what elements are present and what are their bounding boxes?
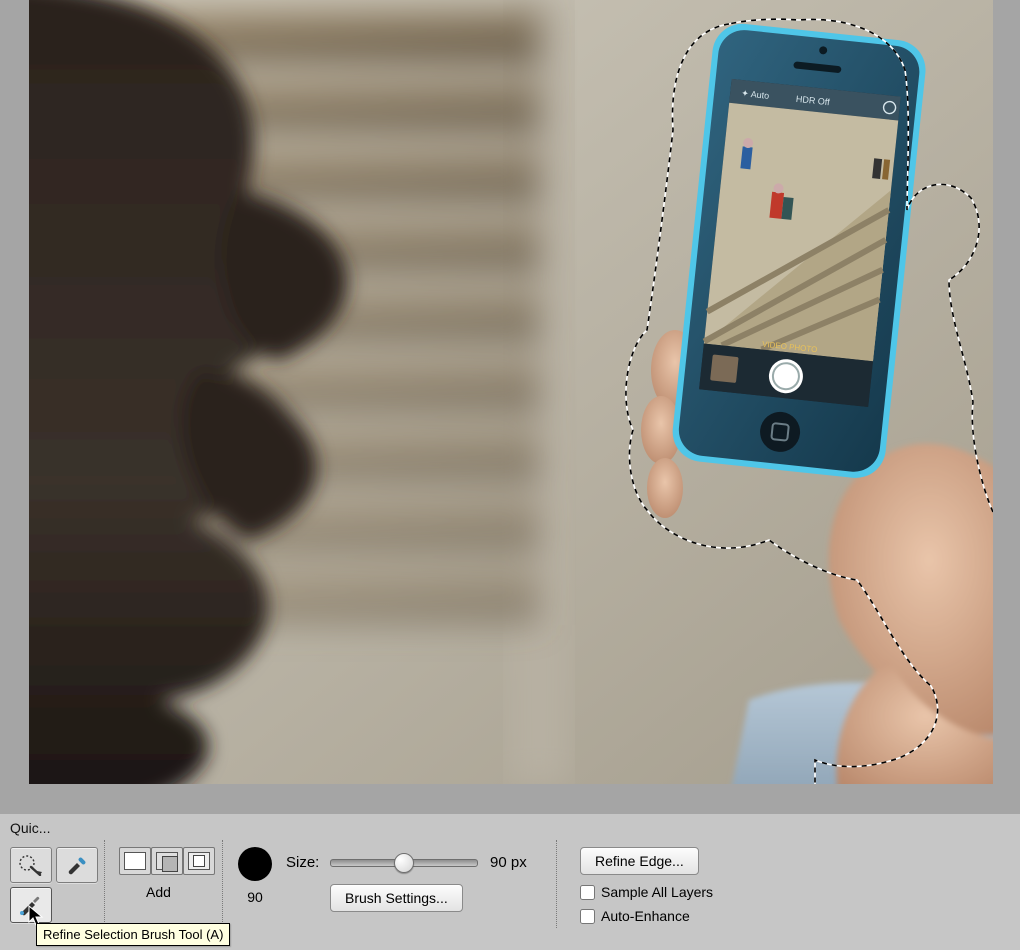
paint-brush-icon [64,854,90,876]
tool-group [10,847,52,923]
checkbox-input[interactable] [580,909,595,924]
checkbox-label: Auto-Enhance [601,908,690,924]
app-window: { "mode": { "label_truncated": "Quic..."… [0,0,1020,950]
mode-add-to-selection[interactable] [151,847,183,875]
quick-selection-tool-button[interactable] [10,847,52,883]
brush-preview-swatch[interactable] [238,847,272,881]
checkbox-label: Sample All Layers [601,884,713,900]
separator [556,840,557,928]
workspace-background: ✦ Auto HDR Off [0,0,1020,814]
brush-settings-button[interactable]: Brush Settings... [330,884,463,912]
selection-mode-group [119,847,215,875]
refine-brush-icon [18,894,44,916]
wand-selection-icon [18,854,44,876]
mode-subtract-from-selection[interactable] [183,847,215,875]
size-label: Size: [286,854,319,871]
mode-new-selection[interactable] [119,847,151,875]
brush-size-value: 90 px [490,854,527,871]
separator [222,840,223,928]
tooltip: Refine Selection Brush Tool (A) [36,923,230,946]
button-label: Brush Settings... [345,890,448,906]
brush-size-readout: 90 [238,889,272,905]
checkbox-input[interactable] [580,885,595,900]
auto-enhance-checkbox[interactable]: Auto-Enhance [580,908,690,924]
canvas-image: ✦ Auto HDR Off [29,0,993,784]
image-canvas[interactable]: ✦ Auto HDR Off [29,0,993,784]
selection-mode-label: Add [146,884,171,900]
panel-title: Quic... [10,820,50,836]
tooltip-text: Refine Selection Brush Tool (A) [43,927,223,942]
brush-size-slider[interactable] [330,848,478,872]
separator [104,840,105,928]
refine-selection-brush-tool-button[interactable] [10,887,52,923]
refine-edge-button[interactable]: Refine Edge... [580,847,699,875]
sample-all-layers-checkbox[interactable]: Sample All Layers [580,884,713,900]
selection-brush-tool-button[interactable] [56,847,98,883]
button-label: Refine Edge... [595,853,684,869]
slider-thumb[interactable] [394,853,414,873]
